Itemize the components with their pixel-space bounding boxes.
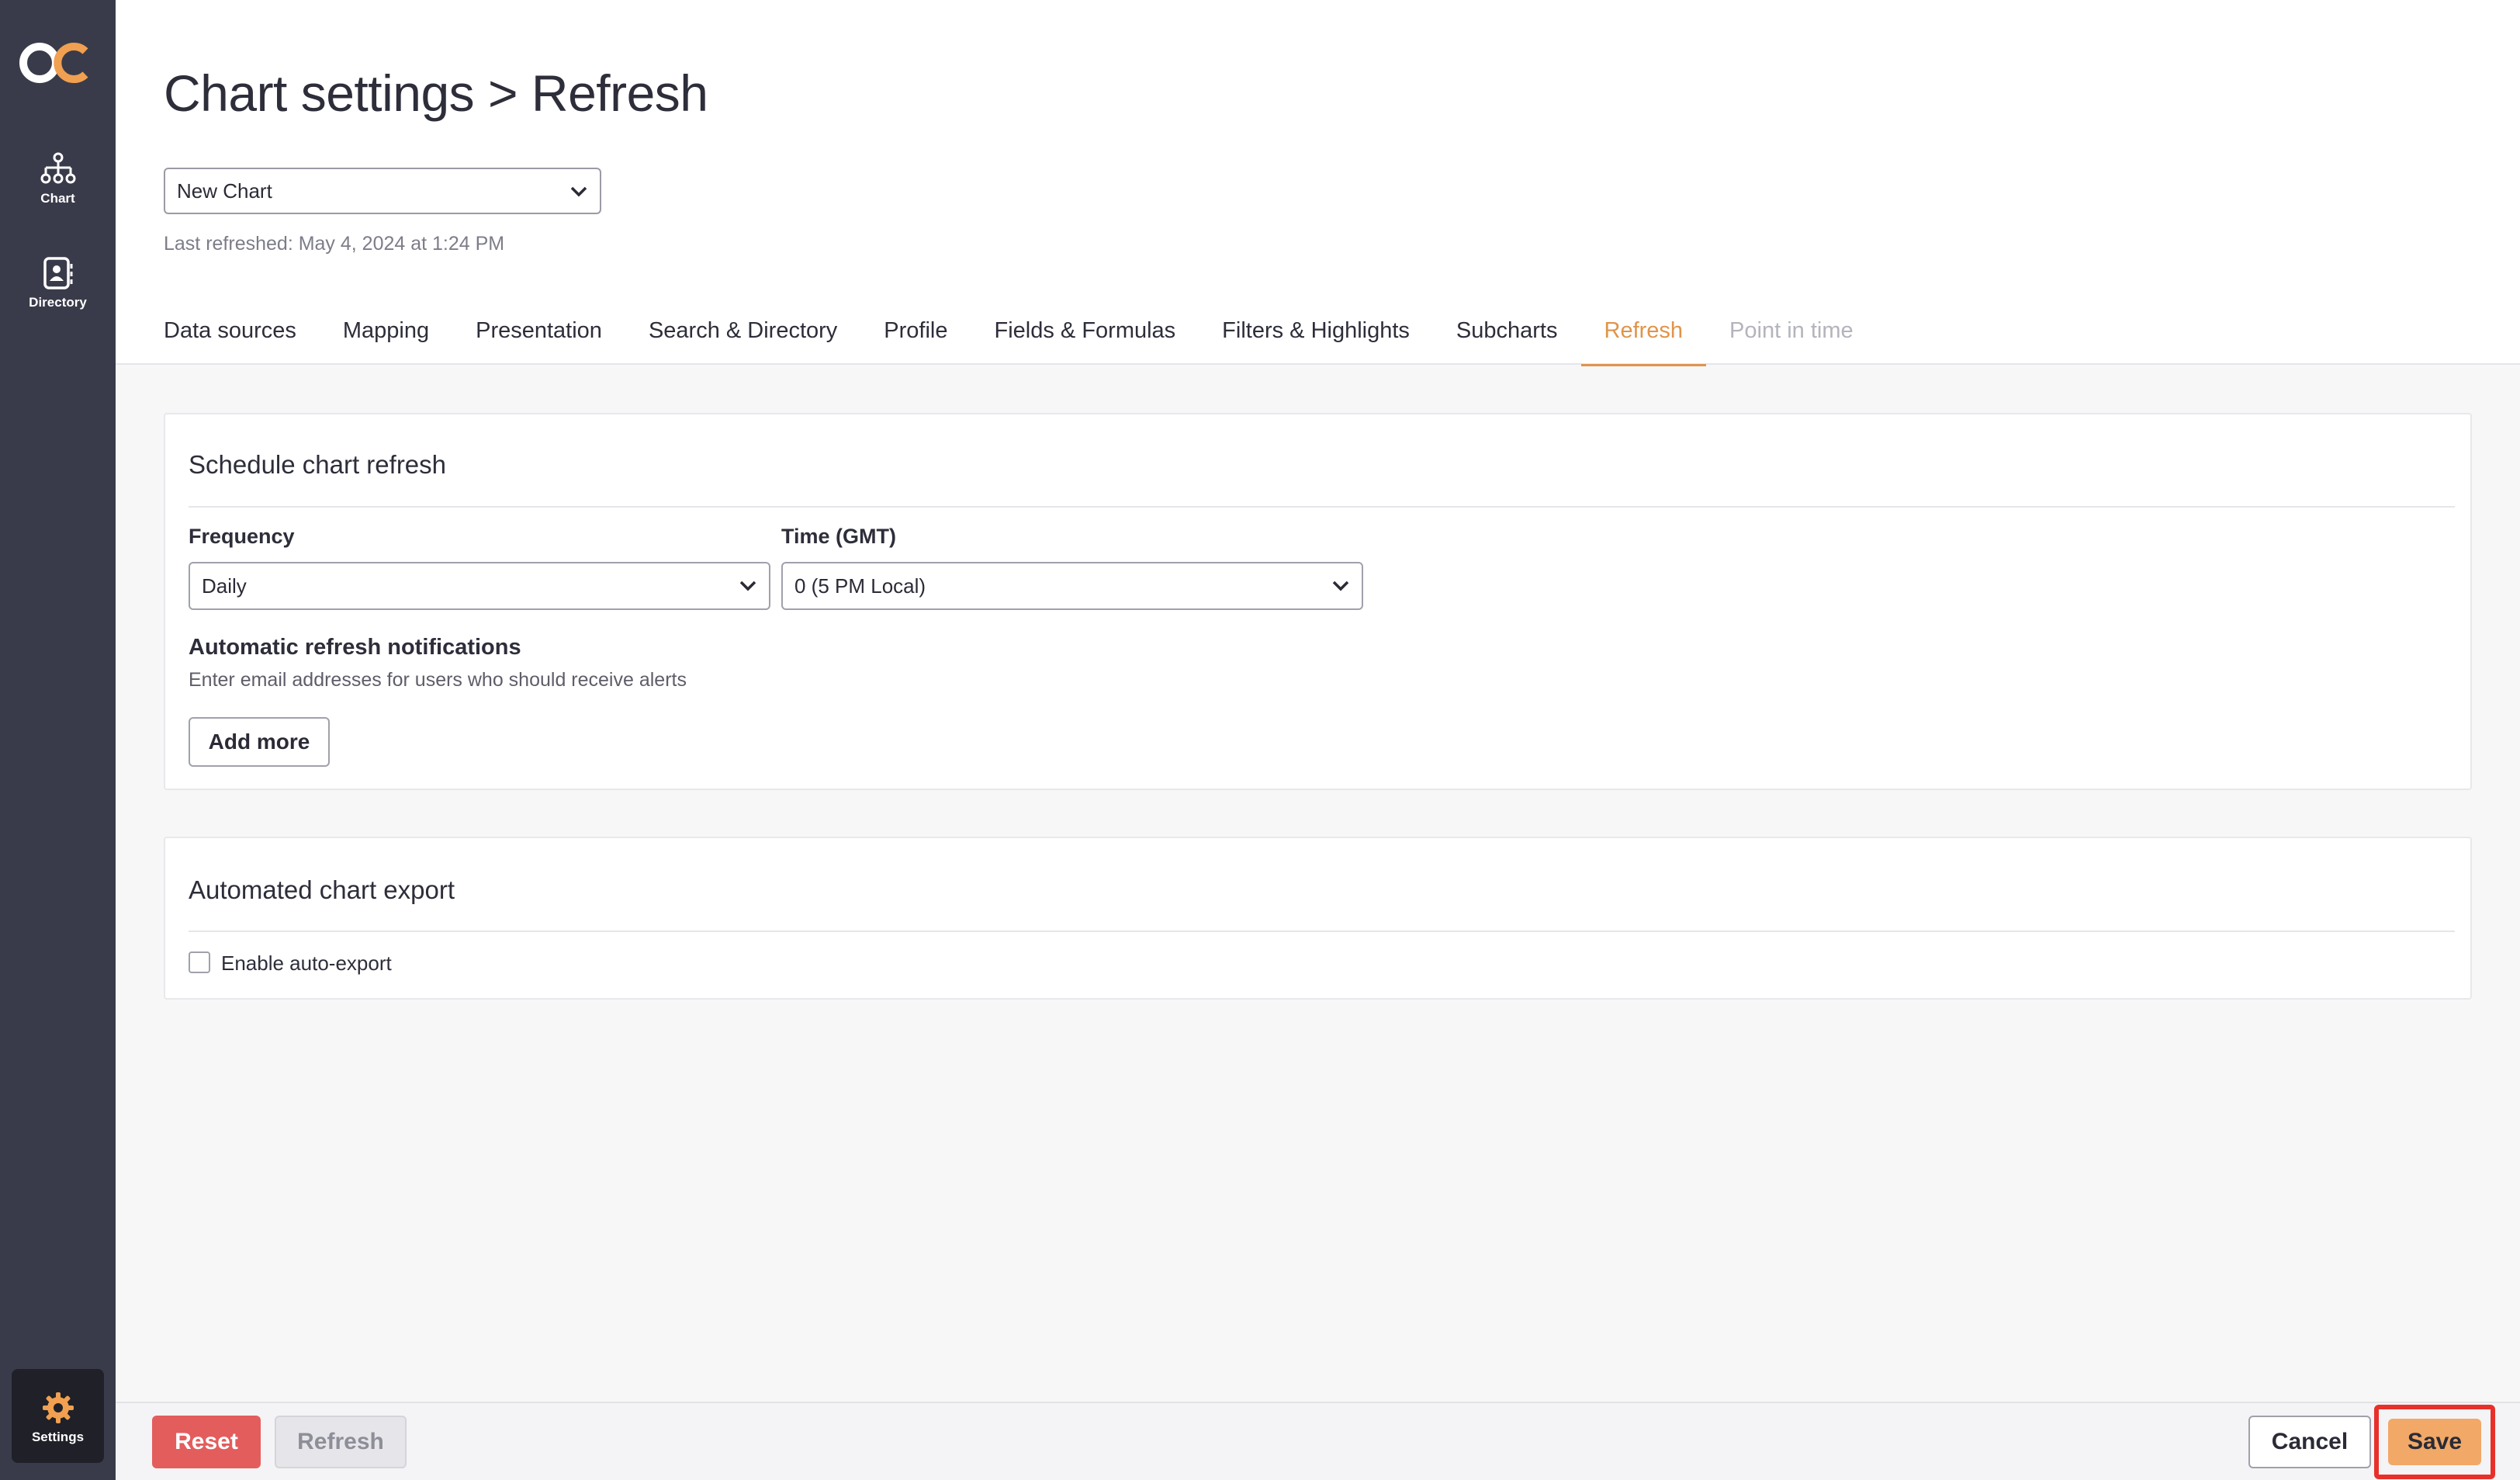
sidebar-item-label: Settings [31,1430,85,1444]
sidebar-item-settings[interactable]: Settings [12,1369,104,1463]
add-more-button[interactable]: Add more [189,717,330,767]
chevron-down-icon [570,186,587,197]
chevron-down-icon [1332,581,1349,591]
tab-refresh[interactable]: Refresh [1580,314,1706,366]
tab-presentation[interactable]: Presentation [476,314,602,365]
divider [189,506,2455,508]
org-chart-icon [40,152,75,184]
chevron-down-icon [739,581,756,591]
tab-subcharts[interactable]: Subcharts [1456,314,1558,365]
sidebar: Chart Directory Settings [0,0,116,1480]
sidebar-item-chart[interactable]: Chart [0,152,116,206]
settings-header: Chart settings > Refresh New Chart Last … [116,0,2520,366]
auto-export-card: Automated chart export Enable auto-expor… [164,837,2472,1000]
tab-data-sources[interactable]: Data sources [164,314,296,365]
card-title: Automated chart export [189,875,455,904]
chart-select-value: New Chart [177,179,272,203]
chart-select[interactable]: New Chart [164,168,601,214]
cancel-button[interactable]: Cancel [2248,1416,2371,1468]
save-highlight: Save [2374,1405,2495,1479]
time-label: Time (GMT) [781,525,896,548]
tab-point-in-time[interactable]: Point in time [1729,314,1854,365]
settings-tabs: Data sources Mapping Presentation Search… [164,314,1900,366]
save-button[interactable]: Save [2388,1419,2481,1465]
frequency-value: Daily [202,574,247,598]
schedule-refresh-card: Schedule chart refresh Frequency Daily T… [164,413,2472,790]
gear-icon [42,1392,74,1423]
tab-search-directory[interactable]: Search & Directory [649,314,837,365]
enable-auto-export-label[interactable]: Enable auto-export [221,951,392,976]
time-value: 0 (5 PM Local) [794,574,926,598]
tab-mapping[interactable]: Mapping [343,314,429,365]
reset-button[interactable]: Reset [152,1416,261,1468]
contact-book-icon [43,257,72,289]
app-logo[interactable] [19,37,96,88]
divider [189,931,2455,932]
sidebar-item-label: Chart [40,191,75,206]
card-title: Schedule chart refresh [189,450,447,479]
sidebar-item-label: Directory [29,295,87,310]
app-window: Chart Directory Settings Chart settings … [0,0,2520,1480]
frequency-select[interactable]: Daily [189,562,770,610]
main-content: Chart settings > Refresh New Chart Last … [116,0,2520,1480]
notifications-description: Enter email addresses for users who shou… [189,669,687,691]
page-title: Chart settings > Refresh [164,64,708,122]
refresh-button[interactable]: Refresh [275,1416,407,1468]
enable-auto-export-checkbox[interactable] [189,951,210,973]
frequency-label: Frequency [189,525,295,548]
tab-filters-highlights[interactable]: Filters & Highlights [1222,314,1410,365]
tab-profile[interactable]: Profile [884,314,947,365]
tab-fields-formulas[interactable]: Fields & Formulas [995,314,1176,365]
last-refreshed-text: Last refreshed: May 4, 2024 at 1:24 PM [164,233,505,255]
notifications-title: Automatic refresh notifications [189,635,521,660]
time-select[interactable]: 0 (5 PM Local) [781,562,1363,610]
footer-action-bar: Reset Refresh Cancel Save [116,1402,2520,1480]
sidebar-item-directory[interactable]: Directory [0,256,116,310]
